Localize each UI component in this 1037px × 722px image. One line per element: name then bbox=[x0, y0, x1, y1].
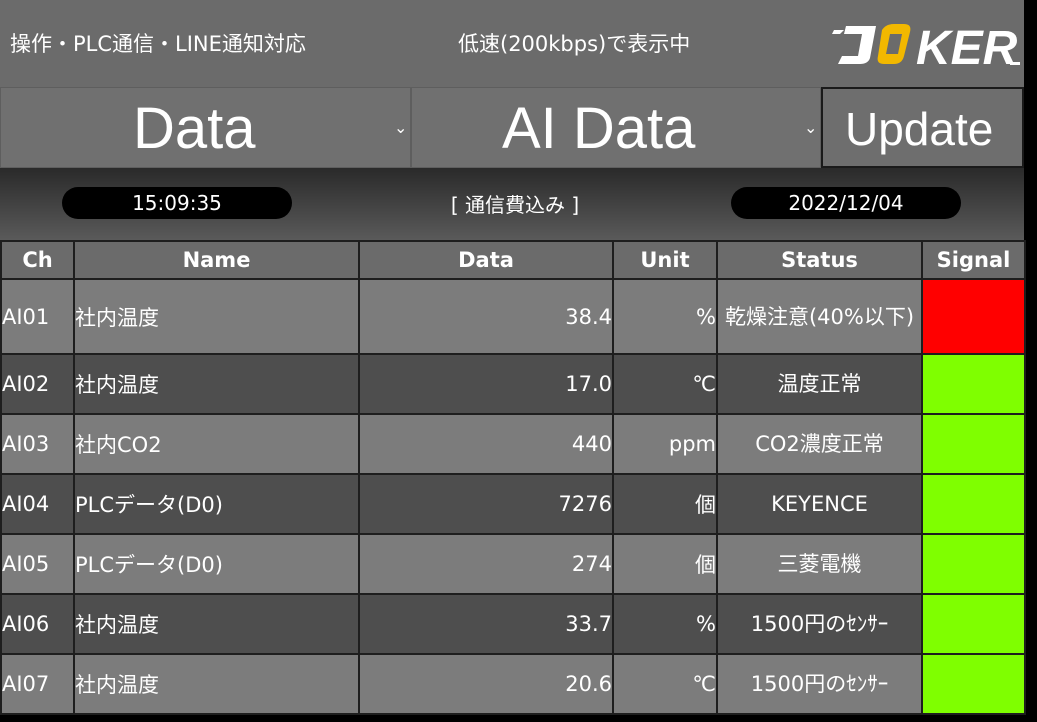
row-channel: AI02 bbox=[0, 353, 75, 415]
row-unit: ℃ bbox=[612, 353, 718, 415]
update-button-label: Update bbox=[845, 103, 994, 155]
row-name: PLCデータ(D0) bbox=[73, 533, 360, 595]
table-row: AI06 社内温度 33.7 % 1500円のｾﾝｻｰ bbox=[0, 593, 1026, 655]
table-row: AI03 社内CO2 440 ppm CO2濃度正常 bbox=[0, 413, 1026, 475]
row-channel: AI04 bbox=[0, 473, 75, 535]
time-display: 15:09:35 bbox=[62, 187, 292, 219]
table-row: AI05 PLCデータ(D0) 274 個 三菱電機 bbox=[0, 533, 1026, 595]
svg-text:KER: KER bbox=[916, 22, 1018, 68]
top-bar: 操作・PLC通信・LINE通知対応 低速(200kbps)で表示中 KER bbox=[0, 0, 1024, 87]
row-name: 社内温度 bbox=[73, 593, 360, 655]
signal-indicator bbox=[921, 653, 1026, 715]
row-channel: AI01 bbox=[0, 278, 75, 355]
row-unit: 個 bbox=[612, 533, 718, 595]
joker-logo: KER bbox=[832, 22, 1020, 68]
speed-indicator: 低速(200kbps)で表示中 bbox=[458, 32, 691, 56]
signal-indicator bbox=[921, 353, 1026, 415]
date-display: 2022/12/04 bbox=[731, 187, 961, 219]
row-status: KEYENCE bbox=[716, 473, 923, 535]
table-row: AI07 社内温度 20.6 ℃ 1500円のｾﾝｻｰ bbox=[0, 653, 1026, 715]
column-header-status: Status bbox=[716, 240, 923, 280]
column-header-signal: Signal bbox=[921, 240, 1026, 280]
column-header-data: Data bbox=[358, 240, 614, 280]
row-name: 社内温度 bbox=[73, 353, 360, 415]
row-status: 1500円のｾﾝｻｰ bbox=[716, 593, 923, 655]
row-value: 20.6 bbox=[358, 653, 614, 715]
column-header-name: Name bbox=[73, 240, 360, 280]
signal-indicator bbox=[921, 413, 1026, 475]
row-unit: % bbox=[612, 278, 718, 355]
signal-indicator bbox=[921, 278, 1026, 355]
row-unit: 個 bbox=[612, 473, 718, 535]
row-value: 38.4 bbox=[358, 278, 614, 355]
update-button[interactable]: Update bbox=[821, 87, 1024, 168]
row-status: CO2濃度正常 bbox=[716, 413, 923, 475]
table-row: AI02 社内温度 17.0 ℃ 温度正常 bbox=[0, 353, 1026, 415]
row-value: 17.0 bbox=[358, 353, 614, 415]
chevron-down-icon: ⌄ bbox=[804, 118, 818, 137]
row-status: 乾燥注意(40%以下) bbox=[716, 278, 923, 355]
data-mode-label: Data bbox=[133, 96, 256, 161]
row-name: PLCデータ(D0) bbox=[73, 473, 360, 535]
table-row: AI01 社内温度 38.4 % 乾燥注意(40%以下) bbox=[0, 278, 1026, 355]
data-mode-select[interactable]: Data ⌄ bbox=[0, 87, 411, 168]
row-unit: ppm bbox=[612, 413, 718, 475]
row-value: 274 bbox=[358, 533, 614, 595]
row-channel: AI06 bbox=[0, 593, 75, 655]
signal-indicator bbox=[921, 473, 1026, 535]
row-channel: AI07 bbox=[0, 653, 75, 715]
table-row: AI04 PLCデータ(D0) 7276 個 KEYENCE bbox=[0, 473, 1026, 535]
row-name: 社内CO2 bbox=[73, 413, 360, 475]
row-status: 温度正常 bbox=[716, 353, 923, 415]
row-value: 7276 bbox=[358, 473, 614, 535]
row-channel: AI03 bbox=[0, 413, 75, 475]
comm-status: [ 通信費込み ] bbox=[450, 193, 580, 217]
row-channel: AI05 bbox=[0, 533, 75, 595]
feature-caption: 操作・PLC通信・LINE通知対応 bbox=[10, 32, 306, 56]
signal-indicator bbox=[921, 533, 1026, 595]
data-type-label: AI Data bbox=[502, 96, 696, 161]
signal-indicator bbox=[921, 593, 1026, 655]
column-header-ch: Ch bbox=[0, 240, 75, 280]
column-header-unit: Unit bbox=[612, 240, 718, 280]
row-name: 社内温度 bbox=[73, 278, 360, 355]
row-status: 三菱電機 bbox=[716, 533, 923, 595]
row-status: 1500円のｾﾝｻｰ bbox=[716, 653, 923, 715]
ai-data-table: Ch Name Data Unit Status Signal AI01 社内温… bbox=[0, 240, 1026, 715]
row-value: 440 bbox=[358, 413, 614, 475]
row-name: 社内温度 bbox=[73, 653, 360, 715]
row-unit: ℃ bbox=[612, 653, 718, 715]
table-header-row: Ch Name Data Unit Status Signal bbox=[0, 240, 1026, 280]
data-type-select[interactable]: AI Data ⌄ bbox=[411, 87, 821, 168]
chevron-down-icon: ⌄ bbox=[394, 118, 408, 137]
row-unit: % bbox=[612, 593, 718, 655]
row-value: 33.7 bbox=[358, 593, 614, 655]
